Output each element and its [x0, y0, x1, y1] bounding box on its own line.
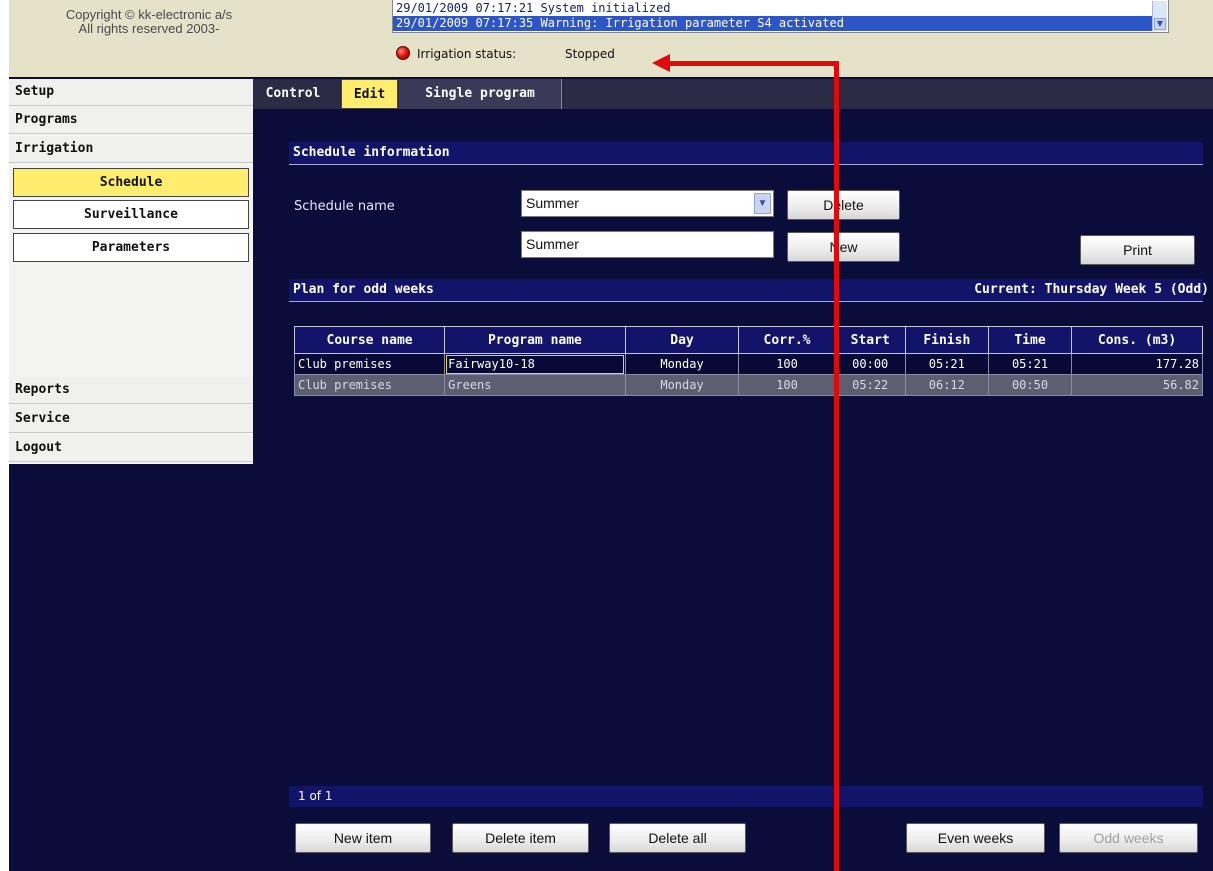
event-log-list[interactable]: 29/01/2009 07:17:21 System initialized 2…	[392, 0, 1169, 33]
consumption-cell[interactable]: 177.28	[1071, 353, 1203, 375]
column-header[interactable]: Cons. (m3)	[1071, 326, 1203, 354]
status-indicator-icon	[396, 46, 410, 60]
finish-cell[interactable]: 05:21	[904, 353, 989, 375]
sidebar-subitem-surveillance[interactable]: Surveillance	[13, 200, 249, 229]
sidebar-subitem-parameters[interactable]: Parameters	[13, 233, 249, 262]
column-header[interactable]: Finish	[904, 326, 989, 354]
sidebar-item-setup[interactable]: Setup	[9, 79, 253, 106]
app-frame: Copyright © kk-electronic a/s All rights…	[9, 0, 1213, 871]
copyright-text: Copyright © kk-electronic a/s All rights…	[65, 7, 233, 36]
schedule-select[interactable]: Summer ▼	[521, 190, 774, 217]
schedule-name-input[interactable]: Summer	[521, 231, 774, 258]
day-cell[interactable]: Monday	[624, 374, 740, 396]
delete-schedule-button[interactable]: Delete	[787, 190, 900, 220]
corr-cell[interactable]: 100	[738, 353, 836, 375]
schedule-name-label: Schedule name	[294, 199, 395, 214]
table-header-row: Course name Program name Day Corr.% Star…	[293, 326, 1203, 354]
start-cell[interactable]: 00:00	[834, 353, 906, 375]
log-entry[interactable]: 29/01/2009 07:17:21 System initialized	[393, 1, 1153, 16]
irrigation-status-value: Stopped	[565, 47, 615, 61]
program-name-cell[interactable]: Greens	[444, 374, 626, 396]
chevron-down-icon[interactable]: ▼	[1154, 18, 1166, 30]
finish-cell[interactable]: 06:12	[904, 374, 989, 396]
column-header[interactable]: Corr.%	[738, 326, 836, 354]
even-weeks-button[interactable]: Even weeks	[906, 823, 1045, 853]
odd-weeks-button: Odd weeks	[1059, 823, 1198, 853]
sidebar: Setup Programs Irrigation Schedule Surve…	[9, 79, 253, 464]
column-header[interactable]: Time	[987, 326, 1073, 354]
delete-item-button[interactable]: Delete item	[452, 823, 589, 853]
delete-all-button[interactable]: Delete all	[609, 823, 746, 853]
sidebar-item-logout[interactable]: Logout	[9, 435, 253, 462]
section-title: Schedule information	[293, 145, 450, 160]
annotation-arrow-line	[834, 63, 839, 871]
tab-single-program[interactable]: Single program	[399, 79, 562, 109]
sidebar-item-programs[interactable]: Programs	[9, 107, 253, 134]
pagination-label: 1 of 1	[289, 786, 1203, 807]
log-scrollbar[interactable]: ▼	[1152, 1, 1167, 31]
sidebar-item-reports[interactable]: Reports	[9, 377, 253, 404]
program-name-cell[interactable]: Fairway10-18	[444, 353, 626, 375]
irrigation-status-label: Irrigation status:	[417, 47, 517, 61]
new-item-button[interactable]: New item	[295, 823, 431, 853]
time-cell[interactable]: 00:50	[987, 374, 1073, 396]
column-header[interactable]: Day	[624, 326, 740, 354]
sidebar-item-service[interactable]: Service	[9, 406, 253, 433]
tab-control[interactable]: Control	[255, 79, 331, 109]
consumption-cell[interactable]: 56.82	[1071, 374, 1203, 396]
header: Copyright © kk-electronic a/s All rights…	[9, 0, 1213, 77]
tab-bar: Control Edit Single program	[253, 79, 1213, 109]
table-row[interactable]: Club premises Fairway10-18 Monday 100 00…	[293, 353, 1203, 375]
day-cell[interactable]: Monday	[624, 353, 740, 375]
schedule-information-header: Schedule information	[289, 142, 1203, 165]
time-cell[interactable]: 05:21	[987, 353, 1073, 375]
print-button[interactable]: Print	[1080, 235, 1195, 265]
plan-header: Plan for odd weeks Current: Thursday Wee…	[289, 279, 1209, 302]
start-cell[interactable]: 05:22	[834, 374, 906, 396]
chevron-down-icon[interactable]: ▼	[754, 193, 771, 214]
column-header[interactable]: Course name	[293, 326, 446, 354]
column-header[interactable]: Start	[834, 326, 906, 354]
corr-cell[interactable]: 100	[738, 374, 836, 396]
schedule-select-value: Summer	[526, 195, 579, 211]
current-week-label: Current: Thursday Week 5 (Odd)	[974, 282, 1209, 297]
new-schedule-button[interactable]: New	[787, 232, 900, 262]
plan-title: Plan for odd weeks	[293, 282, 434, 297]
annotation-arrowhead-icon	[652, 54, 670, 72]
tab-edit[interactable]: Edit	[341, 79, 398, 109]
annotation-arrow-line	[669, 61, 839, 66]
table-row[interactable]: Club premises Greens Monday 100 05:22 06…	[293, 374, 1203, 396]
course-name-cell[interactable]: Club premises	[293, 374, 446, 396]
sidebar-item-irrigation[interactable]: Irrigation	[9, 136, 253, 163]
column-header[interactable]: Program name	[444, 326, 626, 354]
course-name-cell[interactable]: Club premises	[293, 353, 446, 375]
log-entry-selected[interactable]: 29/01/2009 07:17:35 Warning: Irrigation …	[393, 16, 1153, 31]
plan-table: Course name Program name Day Corr.% Star…	[293, 326, 1203, 396]
sidebar-subitem-schedule[interactable]: Schedule	[13, 168, 249, 197]
